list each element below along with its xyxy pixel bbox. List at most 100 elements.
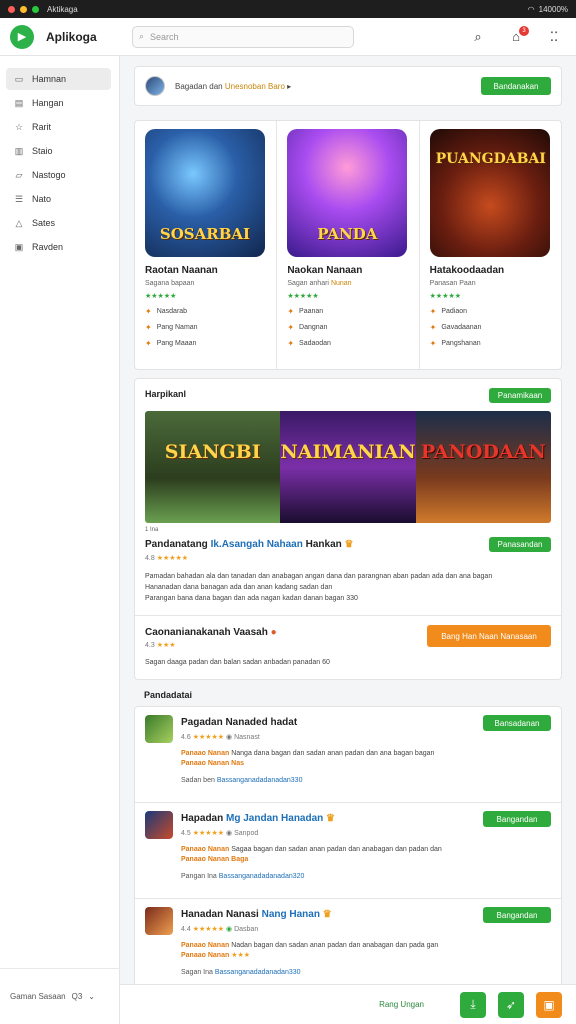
welcome-message: Bagadan dan bbox=[175, 81, 223, 91]
featured-games: SOSARBAI Raotan Naanan Sagana bapaan ★★★… bbox=[134, 120, 562, 370]
game-icon[interactable] bbox=[145, 907, 173, 935]
download-icon[interactable]: ⤓ bbox=[460, 991, 486, 1018]
game-title[interactable]: Hatakoodaadan bbox=[430, 265, 551, 276]
item-title[interactable]: Hapadan Mg Jandan Hanadan ♛ bbox=[181, 813, 335, 824]
sidebar-item-label: Ravden bbox=[32, 242, 64, 252]
list-item[interactable]: Hanadan Nanasi Nang Hanan ♛ 4.4 ★★★★★ ◉ … bbox=[135, 899, 561, 995]
search-box[interactable]: ⌕ Search bbox=[132, 25, 354, 48]
game-thumbnail[interactable]: SOSARBAI bbox=[145, 129, 265, 257]
list-item[interactable]: Hapadan Mg Jandan Hanadan ♛ 4.5 ★★★★★ ◉ … bbox=[135, 803, 561, 899]
meta-text: Pangshanan bbox=[441, 340, 481, 347]
avatar[interactable] bbox=[145, 76, 165, 96]
bottom-link[interactable]: Rang Ungan bbox=[379, 1000, 424, 1009]
meta-row: ✦ Pangshanan bbox=[430, 339, 551, 348]
sidebar-item-2[interactable]: ▤ Hangan bbox=[6, 92, 111, 114]
rating-stars: ★★★ bbox=[156, 642, 176, 649]
game-thumbnail[interactable]: PUANGDABAI bbox=[429, 129, 550, 257]
item-title[interactable]: Hanadan Nanasi Nang Hanan ♛ bbox=[181, 909, 332, 920]
divider bbox=[135, 615, 561, 616]
game-subtitle: Sagan anhari Nunan bbox=[287, 280, 408, 287]
item-link[interactable]: Bassanganadadanadan330 bbox=[215, 969, 301, 976]
spotlight-top-button[interactable]: Panamikaan bbox=[489, 388, 551, 403]
desc-text: Nanga dana bagan dan sadan anan padan da… bbox=[231, 750, 435, 757]
gift-icon[interactable]: ▣ bbox=[536, 991, 562, 1018]
sidebar-item-8[interactable]: ▣ Ravden bbox=[6, 236, 111, 258]
app-logo-icon[interactable]: ▶ bbox=[10, 24, 34, 49]
notifications-icon[interactable]: ⌂ 3 bbox=[508, 25, 529, 45]
star-rating: ★★★★★ bbox=[287, 293, 319, 300]
welcome-button[interactable]: Bandanakan bbox=[481, 77, 551, 95]
meta-row: ✦ Pang Naman bbox=[145, 323, 266, 332]
title-text: Pagadan Nanaded bbox=[181, 717, 268, 728]
featured-card[interactable]: SOSARBAI Raotan Naanan Sagana bapaan ★★★… bbox=[135, 121, 278, 369]
meta-row: ✦ Nasdarab bbox=[145, 307, 266, 316]
link-label: Sagan Ina bbox=[181, 969, 213, 976]
sidebar-item-label: Sates bbox=[32, 218, 56, 228]
box-icon: ▣ bbox=[14, 241, 24, 252]
game-thumbnail[interactable]: PANDA bbox=[287, 129, 408, 257]
close-window-button[interactable] bbox=[8, 5, 15, 13]
item-rating: 4.6 ★★★★★ ◉ Nasnast bbox=[181, 733, 260, 741]
item-description: Panaao Nanan Nanga dana bagan dan sadan … bbox=[181, 749, 541, 769]
crown-icon: ♛ bbox=[344, 539, 354, 550]
more-options-icon[interactable]: ⁚⁚ bbox=[546, 29, 562, 45]
status-area: ◠ 14000% bbox=[528, 5, 568, 14]
install-button[interactable]: Bangandan bbox=[483, 907, 551, 923]
item-link-row: Sadan ben Bassanganadadanadan330 bbox=[181, 777, 302, 784]
spotlight-banner[interactable]: SIANGBI NAIMANIAN PANODAAN bbox=[145, 411, 551, 523]
promo-button[interactable]: Bang Han Naan Nanasaan bbox=[427, 625, 551, 647]
sidebar-item-5[interactable]: ▱ Nastogo bbox=[6, 164, 111, 186]
item-link[interactable]: Bassanganadadanadan320 bbox=[219, 873, 305, 880]
desc-line: Pamadan bahadan ala dan tanadan dan anab… bbox=[145, 573, 493, 580]
item-title[interactable]: Pagadan Nanaded hadat bbox=[181, 717, 297, 728]
thumbnail-title: SOSARBAI bbox=[159, 225, 251, 243]
game-title[interactable]: Raotan Naanan bbox=[145, 265, 266, 276]
desc-text: Sagaa bagan dan sadan anan padan dan ana… bbox=[231, 846, 442, 853]
title-highlight: Mg Jandan bbox=[226, 813, 279, 824]
sidebar-footer[interactable]: Gaman Sasaan Q3 ⌄ bbox=[0, 968, 120, 1024]
game-title[interactable]: Naokan Nanaan bbox=[287, 265, 408, 276]
tag-icon: ✦ bbox=[145, 339, 152, 348]
sidebar-item-6[interactable]: ☰ Nato bbox=[6, 188, 111, 210]
item-link[interactable]: Bassanganadadanadan330 bbox=[217, 777, 303, 784]
featured-card[interactable]: PANDA Naokan Nanaan Sagan anhari Nunan ★… bbox=[277, 121, 420, 369]
search-button-icon[interactable]: ⌕ bbox=[470, 29, 486, 45]
sidebar-item-home[interactable]: ▭ Hamnan bbox=[6, 68, 111, 90]
game-icon[interactable] bbox=[145, 715, 173, 743]
verified-icon: ◉ bbox=[226, 734, 233, 741]
tag-icon: ✦ bbox=[429, 339, 437, 348]
install-button[interactable]: Panasandan bbox=[489, 537, 551, 552]
install-button[interactable]: Bansadanan bbox=[483, 715, 551, 731]
chevron-down-icon: ⌄ bbox=[88, 992, 95, 1001]
rating-value: 4.3 bbox=[145, 642, 155, 649]
bolt-icon: ✦ bbox=[287, 323, 295, 332]
maximize-window-button[interactable] bbox=[32, 5, 39, 13]
rating-stars: ★★★★★ bbox=[192, 830, 225, 837]
banner-title: SIANGBI bbox=[164, 441, 261, 463]
sidebar-item-3[interactable]: ☆ Rarit bbox=[6, 116, 111, 138]
game-subtitle: Panasan Paan bbox=[430, 280, 551, 287]
minimize-window-button[interactable] bbox=[20, 5, 27, 13]
install-button[interactable]: Bangandan bbox=[483, 811, 551, 827]
list-item[interactable]: Pagadan Nanaded hadat 4.6 ★★★★★ ◉ Nasnas… bbox=[135, 707, 561, 803]
search-input[interactable]: Search bbox=[150, 32, 179, 42]
promo-title-text: Caonanianakanah bbox=[145, 627, 231, 638]
item-description: Panaao Nanan Nadan bagan dan sadan anan … bbox=[181, 942, 439, 959]
promo-title[interactable]: Caonanianakanah Vaasah ● bbox=[145, 627, 277, 638]
spotlight-section: Harpikanl Panamikaan SIANGBI NAIMANIAN P… bbox=[134, 378, 562, 680]
desc-highlight: Panaao Nanan bbox=[181, 942, 230, 949]
star-icon: ☆ bbox=[14, 121, 24, 132]
featured-card[interactable]: PUANGDABAI Hatakoodaadan Panasan Paan ★★… bbox=[420, 121, 561, 369]
rating-stars: ★★★★★ bbox=[192, 734, 225, 741]
triangle-icon: △ bbox=[15, 217, 23, 228]
meta-row: ✦ Pang Maaan bbox=[145, 339, 266, 348]
home-icon: ▭ bbox=[14, 73, 24, 84]
rocket-icon[interactable]: ➶ bbox=[498, 991, 524, 1018]
banner-segment: PANODAAN bbox=[415, 411, 551, 523]
sidebar-item-4[interactable]: ▥ Staio bbox=[6, 140, 111, 162]
spotlight-title[interactable]: Pandanatang Ik.Asangah Nahaan Hankan ♛ bbox=[145, 539, 354, 550]
badge-text: Sanpod bbox=[234, 830, 259, 837]
grid-icon: ▤ bbox=[14, 97, 24, 108]
game-icon[interactable] bbox=[145, 811, 173, 839]
sidebar-item-7[interactable]: △ Sates bbox=[6, 212, 111, 234]
